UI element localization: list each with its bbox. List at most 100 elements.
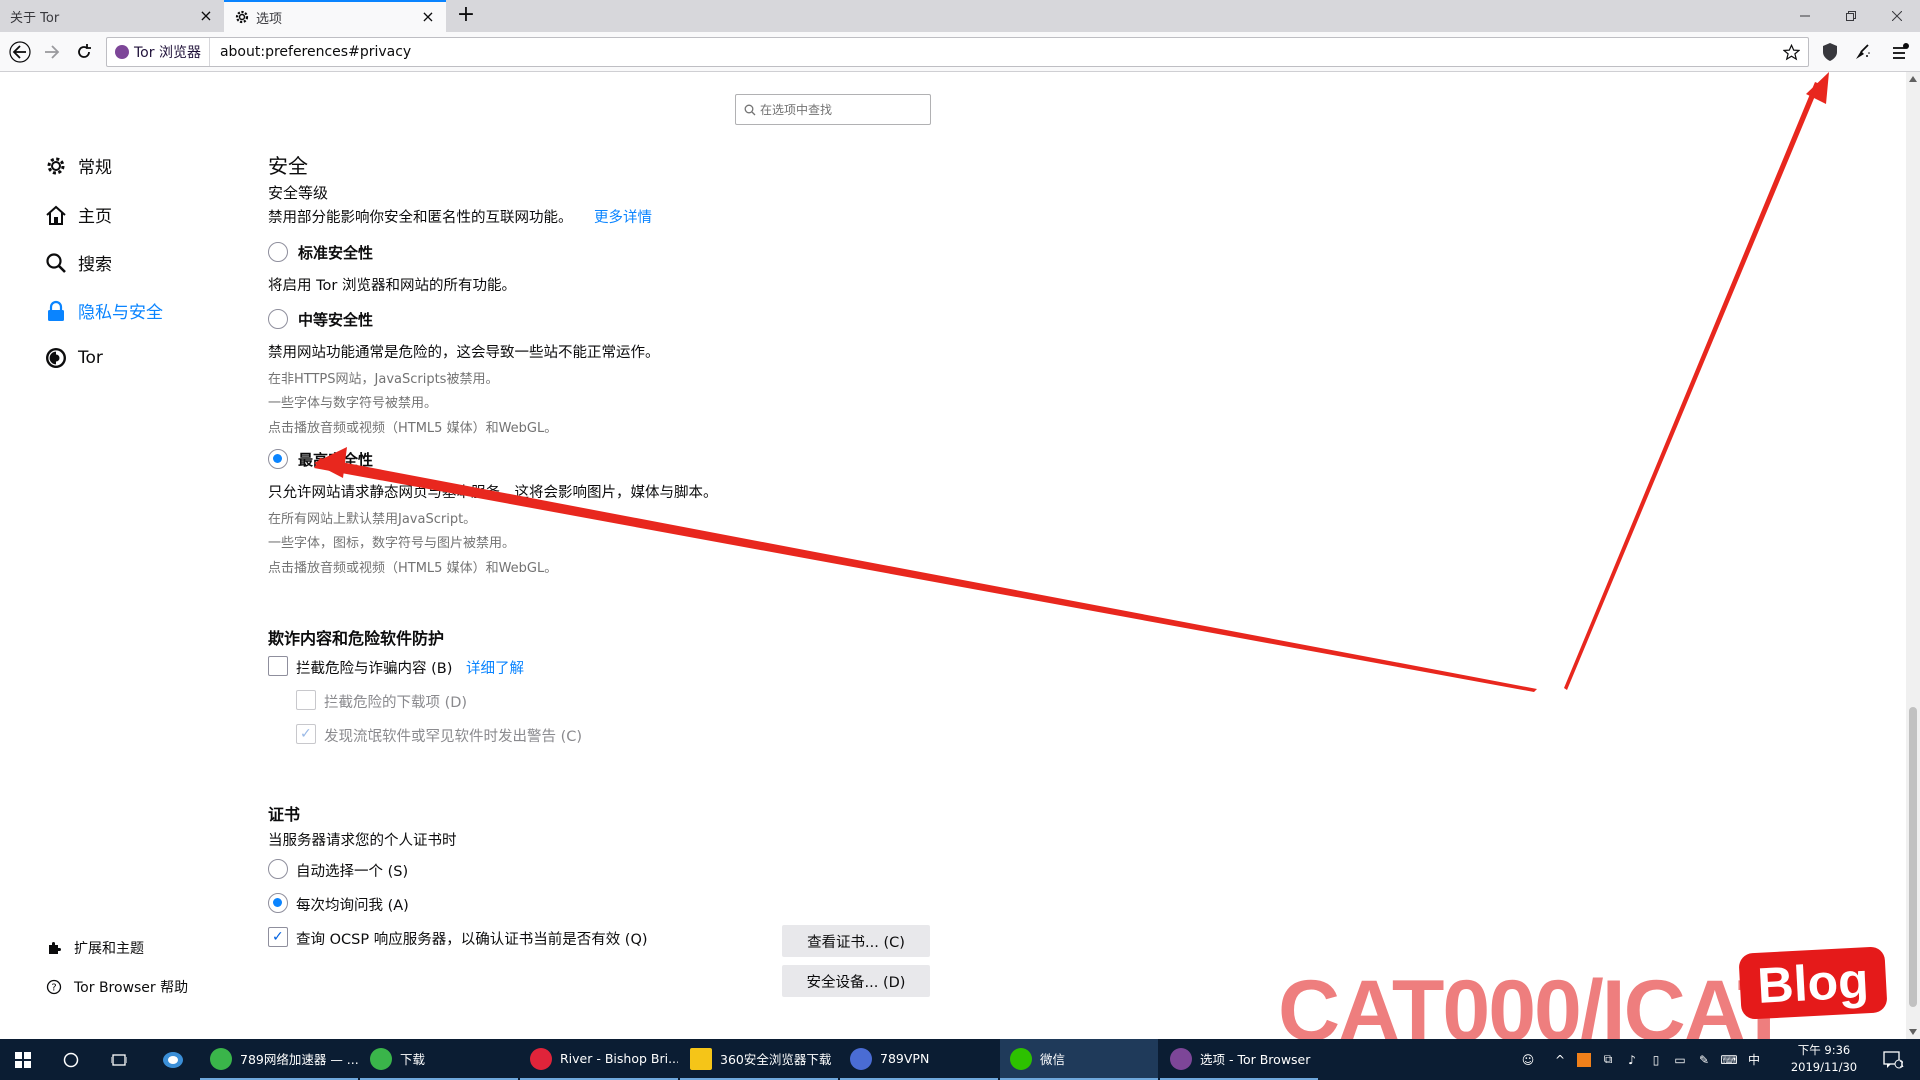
- ocsp-checkbox[interactable]: ✓: [268, 927, 288, 947]
- security-section-title: 安全: [268, 154, 308, 178]
- security-safest-label[interactable]: 最高安全性: [298, 449, 373, 470]
- warn-unwanted-checkbox[interactable]: ✓: [296, 724, 316, 744]
- search-icon: [44, 251, 68, 275]
- warn-unwanted-label: 发现流氓软件或罕见软件时发出警告 (C): [324, 729, 583, 745]
- cert-auto-select-label[interactable]: 自动选择一个 (S): [296, 860, 408, 881]
- sidebar-item-search[interactable]: 搜索: [44, 250, 112, 275]
- page-scrollbar[interactable]: [1906, 72, 1920, 1039]
- new-identity-broom-icon[interactable]: [1848, 38, 1876, 66]
- close-window-button[interactable]: [1874, 0, 1920, 32]
- security-learn-more-link[interactable]: 更多详情: [594, 206, 652, 227]
- copy-icon[interactable]: ⧉: [1596, 1052, 1620, 1067]
- security-safest-radio[interactable]: [268, 449, 288, 469]
- url-bar[interactable]: Tor 浏览器 about:preferences#privacy: [106, 37, 1809, 67]
- security-devices-button[interactable]: 安全设备... (D): [782, 965, 930, 997]
- taskbar-app[interactable]: 789VPN: [840, 1039, 998, 1080]
- taskbar-app[interactable]: River - Bishop Bri...: [520, 1039, 678, 1080]
- accelerator-app-icon: [210, 1047, 232, 1070]
- sidebar-foot-label: Tor Browser 帮助: [74, 980, 189, 996]
- tab-title: 选项: [256, 11, 283, 27]
- security-standard-desc: 将启用 Tor 浏览器和网站的所有功能。: [268, 278, 516, 294]
- people-icon[interactable]: ☺: [1516, 1053, 1540, 1067]
- security-level-shield-icon[interactable]: [1816, 38, 1844, 66]
- close-tab-icon[interactable]: ×: [198, 8, 214, 24]
- security-safer-label[interactable]: 中等安全性: [298, 309, 373, 330]
- wechat-app-icon: [1010, 1047, 1032, 1070]
- help-icon: ?: [46, 979, 62, 995]
- checkmark-icon: ✓: [272, 929, 284, 945]
- tor-onion-icon: [44, 346, 68, 370]
- preferences-search-input[interactable]: 在选项中查找: [735, 94, 931, 125]
- security-safest-detail: 在所有网站上默认禁用JavaScript。: [268, 512, 477, 527]
- bookmark-star-icon[interactable]: [1782, 43, 1801, 65]
- security-level-title: 安全等级: [268, 184, 329, 202]
- phishing-learn-more-link[interactable]: 详细了解: [466, 657, 524, 678]
- tray-app-icon[interactable]: [1577, 1052, 1591, 1067]
- scrollbar-thumb[interactable]: [1909, 707, 1917, 1007]
- cert-ask-radio[interactable]: [268, 893, 288, 913]
- security-standard-radio[interactable]: [268, 242, 288, 262]
- cert-auto-select-radio[interactable]: [268, 859, 288, 879]
- blog-badge: Blog: [1738, 946, 1888, 1020]
- menu-button[interactable]: [1886, 38, 1914, 66]
- show-hidden-icons-icon[interactable]: ^: [1548, 1053, 1572, 1067]
- pen-icon[interactable]: ✎: [1692, 1053, 1716, 1067]
- svg-text:?: ?: [51, 983, 56, 994]
- security-standard-label[interactable]: 标准安全性: [298, 242, 373, 263]
- tab-strip: 关于 Tor × 选项 × +: [0, 0, 1920, 32]
- tab-about-tor[interactable]: 关于 Tor ×: [0, 0, 224, 32]
- music-app-icon: [530, 1047, 552, 1070]
- tab-preferences[interactable]: 选项 ×: [224, 0, 446, 32]
- sidebar-extensions-link[interactable]: 扩展和主题: [46, 938, 144, 958]
- tor-onion-icon: [115, 45, 129, 59]
- sidebar-item-label: 隐私与安全: [78, 303, 163, 323]
- reload-button[interactable]: [70, 38, 98, 66]
- view-certificates-button[interactable]: 查看证书... (C): [782, 925, 930, 957]
- new-tab-button[interactable]: +: [454, 4, 478, 28]
- close-tab-icon[interactable]: ×: [420, 9, 436, 25]
- sidebar-item-label: 常规: [78, 158, 112, 178]
- sidebar-item-tor[interactable]: Tor: [44, 346, 103, 370]
- block-dangerous-label[interactable]: 拦截危险与诈骗内容 (B): [296, 657, 452, 678]
- taskbar-app[interactable]: 选项 - Tor Browser: [1160, 1039, 1318, 1080]
- restore-button[interactable]: [1828, 0, 1874, 32]
- task-view-icon[interactable]: [96, 1039, 142, 1080]
- taskbar-app-label: 360安全浏览器下载: [720, 1052, 832, 1067]
- security-safer-radio[interactable]: [268, 309, 288, 329]
- minimize-button[interactable]: [1782, 0, 1828, 32]
- pinned-app-icon[interactable]: [150, 1039, 196, 1080]
- sidebar-item-home[interactable]: 主页: [44, 202, 112, 227]
- taskbar-app[interactable]: 360安全浏览器下载: [680, 1039, 838, 1080]
- block-dangerous-checkbox[interactable]: [268, 656, 288, 676]
- notification-center-icon[interactable]: 1: [1870, 1039, 1916, 1080]
- taskbar-app-label: 微信: [1040, 1052, 1066, 1067]
- sidebar-item-general[interactable]: 常规: [44, 153, 112, 178]
- windows-start-icon[interactable]: [0, 1039, 46, 1080]
- url-text[interactable]: about:preferences#privacy: [210, 44, 411, 60]
- cert-ask-label[interactable]: 每次均询问我 (A): [296, 894, 409, 915]
- block-downloads-checkbox[interactable]: [296, 690, 316, 710]
- taskbar-app[interactable]: 789网络加速器 — ...: [200, 1039, 358, 1080]
- taskbar-clock[interactable]: 下午 9:36 2019/11/30: [1786, 1042, 1862, 1076]
- sidebar-item-privacy[interactable]: 隐私与安全: [44, 298, 163, 323]
- network-icon[interactable]: ▭: [1668, 1053, 1692, 1067]
- taskbar-app[interactable]: 下载: [360, 1039, 518, 1080]
- identity-box[interactable]: Tor 浏览器: [107, 38, 210, 66]
- taskbar-app-label: 789VPN: [880, 1051, 930, 1066]
- sidebar-help-link[interactable]: ? Tor Browser 帮助: [46, 977, 188, 997]
- ocsp-label[interactable]: 查询 OCSP 响应服务器，以确认证书当前是否有效 (Q): [296, 928, 648, 949]
- certificates-section-title: 证书: [268, 805, 301, 824]
- ime-indicator[interactable]: 中: [1742, 1051, 1766, 1068]
- cortana-search-icon[interactable]: [48, 1039, 94, 1080]
- windows-taskbar: 789网络加速器 — ... 下载 River - Bishop Bri... …: [0, 1039, 1920, 1080]
- keyboard-icon[interactable]: ⌨: [1716, 1053, 1742, 1067]
- battery-icon[interactable]: ▯: [1644, 1053, 1668, 1067]
- security-safer-detail: 点击播放音频或视频（HTML5 媒体）和WebGL。: [268, 421, 558, 436]
- taskbar-app[interactable]: 微信: [1000, 1039, 1158, 1080]
- back-button[interactable]: [6, 38, 34, 66]
- phishing-section-title: 欺诈内容和危险软件防护: [268, 629, 445, 648]
- home-icon: [44, 203, 68, 227]
- volume-icon[interactable]: ♪: [1620, 1053, 1644, 1067]
- security-safest-detail: 点击播放音频或视频（HTML5 媒体）和WebGL。: [268, 561, 558, 576]
- forward-button[interactable]: [38, 38, 66, 66]
